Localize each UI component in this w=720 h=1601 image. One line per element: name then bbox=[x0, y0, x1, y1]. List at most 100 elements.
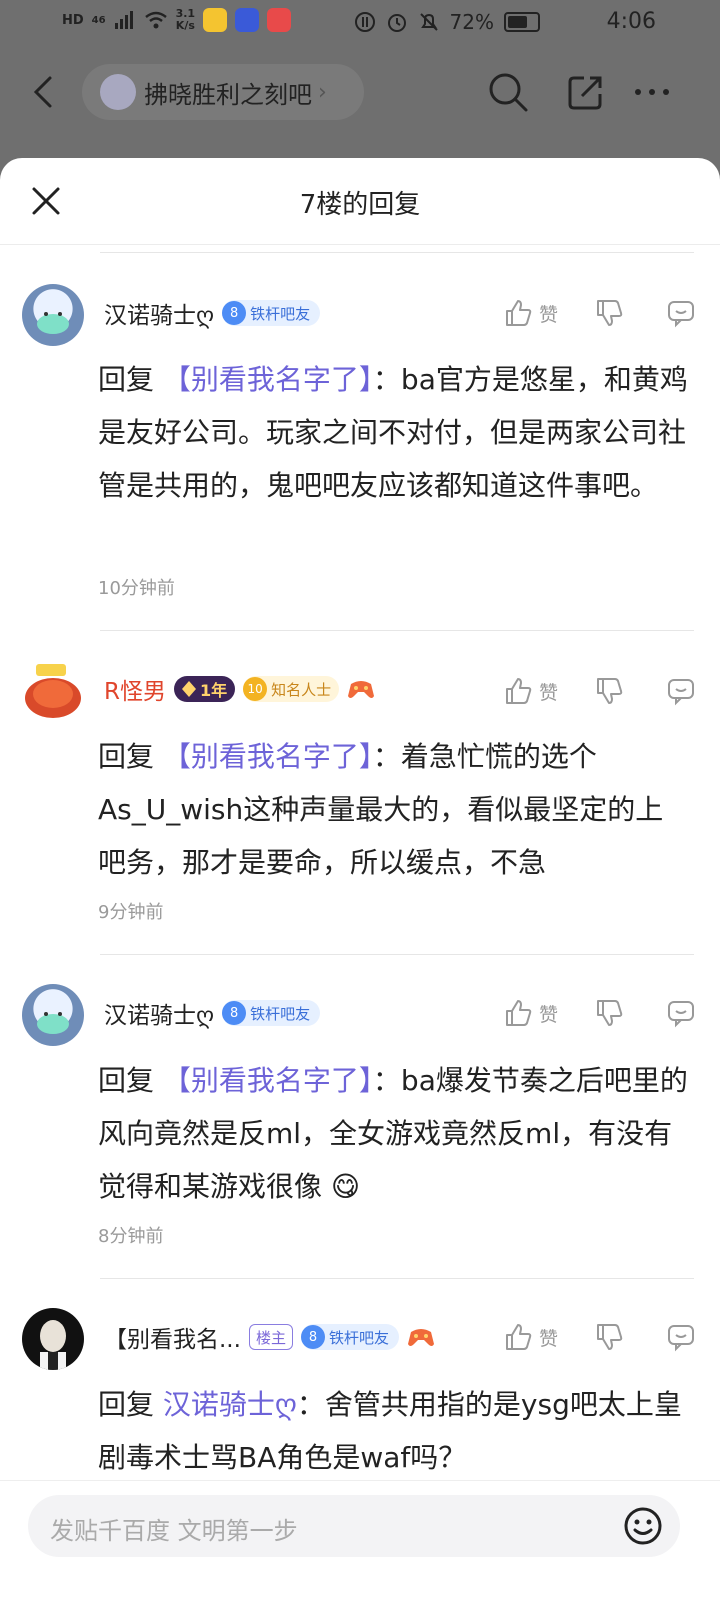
user-row: 汉诺骑士ღ 8 铁杆吧友 bbox=[104, 996, 321, 1030]
game-controller-icon bbox=[348, 681, 375, 698]
wifi-icon bbox=[144, 11, 167, 29]
sheet-title: 7楼的回复 bbox=[299, 190, 421, 220]
comment-text: 回复 汉诺骑士ღ：舍管共用指的是ysg吧太上皇剧毒术士骂BA角色是waf吗？ bbox=[98, 1378, 688, 1484]
username[interactable]: 汉诺骑士ღ bbox=[104, 996, 214, 1030]
top-bar: 拂晓胜利之刻吧 › bbox=[0, 48, 720, 158]
thumbs-down-icon bbox=[597, 300, 623, 326]
avatar[interactable] bbox=[22, 984, 84, 1046]
emoji-icon[interactable] bbox=[622, 1505, 664, 1547]
reply-prefix: 回复 bbox=[98, 1388, 163, 1421]
reply-target[interactable]: 【别看我名字了】 bbox=[163, 1064, 373, 1097]
membership-badge: 1年 bbox=[173, 676, 236, 702]
reply-button[interactable] bbox=[666, 998, 696, 1028]
thumbs-down-icon bbox=[597, 1324, 623, 1350]
status-left: HD 46 3.1 K/s bbox=[62, 8, 292, 32]
comment-time: 8分钟前 bbox=[98, 1226, 164, 1247]
search-icon[interactable] bbox=[486, 70, 530, 114]
like-button[interactable]: 赞 bbox=[503, 676, 558, 706]
signal-label: 46 bbox=[91, 14, 106, 26]
reply-prefix: 回复 bbox=[98, 363, 163, 396]
more-icon[interactable] bbox=[630, 70, 674, 114]
level-badge: 8 铁杆吧友 bbox=[222, 1000, 321, 1026]
level-number: 8 bbox=[222, 301, 247, 325]
comment-icon bbox=[668, 301, 694, 328]
reply-button[interactable] bbox=[666, 1322, 696, 1352]
reply-input[interactable]: 发贴千百度 文明第一步 bbox=[28, 1495, 680, 1557]
thumbs-down-icon bbox=[597, 1000, 623, 1026]
dislike-button[interactable] bbox=[594, 298, 624, 328]
comment-icon bbox=[668, 1325, 694, 1352]
level-title: 铁杆吧友 bbox=[328, 1328, 389, 1347]
alarm-icon bbox=[387, 14, 406, 32]
like-button[interactable]: 赞 bbox=[503, 998, 558, 1028]
reply-target[interactable]: 【别看我名字了】 bbox=[163, 740, 373, 773]
comment-icon bbox=[668, 1001, 694, 1028]
data-saver-icon bbox=[354, 12, 375, 32]
reply-target[interactable]: 汉诺骑士ღ bbox=[163, 1388, 297, 1421]
level-badge: 8 铁杆吧友 bbox=[300, 1324, 399, 1350]
battery-percent: 72% bbox=[449, 10, 494, 34]
avatar[interactable] bbox=[22, 284, 84, 346]
mute-icon bbox=[419, 13, 438, 31]
level-title: 铁杆吧友 bbox=[250, 1004, 311, 1023]
fame-title: 知名人士 bbox=[271, 680, 332, 699]
notes-app-icon bbox=[267, 8, 292, 32]
comment-actions: 赞 bbox=[481, 998, 696, 1028]
level-title: 铁杆吧友 bbox=[250, 304, 311, 323]
battery-icon bbox=[504, 12, 540, 32]
sheet-header: 7楼的回复 bbox=[0, 158, 720, 245]
like-label: 赞 bbox=[538, 1327, 558, 1350]
dislike-button[interactable] bbox=[594, 998, 624, 1028]
thumbs-down-icon bbox=[597, 678, 623, 704]
thumbs-up-icon bbox=[505, 300, 532, 326]
comment-actions: 赞 bbox=[481, 1322, 696, 1352]
forum-name: 拂晓胜利之刻吧 bbox=[144, 80, 312, 109]
divider bbox=[100, 630, 694, 631]
username[interactable]: 【别看我名... bbox=[104, 1320, 241, 1354]
avatar[interactable] bbox=[22, 1308, 84, 1370]
like-label: 赞 bbox=[538, 1003, 558, 1026]
like-button[interactable]: 赞 bbox=[503, 1322, 558, 1352]
thumbs-up-icon bbox=[505, 678, 532, 704]
divider bbox=[100, 954, 694, 955]
thumbs-up-icon bbox=[505, 1000, 532, 1026]
username[interactable]: R怪男 bbox=[104, 672, 166, 706]
game-controller-icon bbox=[407, 1329, 434, 1346]
comment-text: 回复 【别看我名字了】：ba爆发节奏之后吧里的风向竟然是反ml，全女游戏竟然反m… bbox=[98, 1054, 688, 1213]
dislike-button[interactable] bbox=[594, 676, 624, 706]
username[interactable]: 汉诺骑士ღ bbox=[104, 296, 214, 330]
signal-icon bbox=[114, 11, 133, 29]
like-label: 赞 bbox=[538, 681, 558, 704]
weibo-app-icon bbox=[203, 8, 228, 32]
share-icon[interactable] bbox=[564, 70, 608, 114]
user-row: R怪男 1年 10 知名人士 bbox=[104, 672, 375, 706]
divider bbox=[100, 252, 694, 253]
back-icon[interactable] bbox=[26, 74, 62, 110]
comment-actions: 赞 bbox=[481, 298, 696, 328]
chevron-right-icon: › bbox=[318, 79, 327, 105]
reply-item: R怪男 1年 10 知名人士 赞 回复 【别看我名字了】：着急忙慌的选个As_U… bbox=[0, 654, 720, 954]
reply-prefix: 回复 bbox=[98, 740, 163, 773]
reply-target[interactable]: 【别看我名字了】 bbox=[163, 363, 373, 396]
status-right: 72% bbox=[354, 10, 540, 34]
avatar[interactable] bbox=[22, 660, 84, 722]
reply-button[interactable] bbox=[666, 676, 696, 706]
network-speed: 3.1 K/s bbox=[176, 8, 196, 32]
battery-fill bbox=[508, 16, 527, 28]
reply-item: 汉诺骑士ღ 8 铁杆吧友 赞 回复 【别看我名字了】：ba官方是悠星，和黄鸡是友… bbox=[0, 276, 720, 636]
speed-unit: K/s bbox=[175, 19, 195, 32]
comment-time: 9分钟前 bbox=[98, 902, 164, 923]
level-number: 8 bbox=[300, 1325, 325, 1349]
bottom-input-bar: 发贴千百度 文明第一步 bbox=[0, 1480, 720, 1601]
like-button[interactable]: 赞 bbox=[503, 298, 558, 328]
network-label: HD bbox=[62, 12, 84, 28]
reply-item: 汉诺骑士ღ 8 铁杆吧友 赞 回复 【别看我名字了】：ba爆发节奏之后吧里的风向… bbox=[0, 978, 720, 1278]
forum-pill[interactable]: 拂晓胜利之刻吧 › bbox=[82, 64, 364, 120]
comment-time: 10分钟前 bbox=[98, 578, 175, 599]
reply-button[interactable] bbox=[666, 298, 696, 328]
level-badge: 8 铁杆吧友 bbox=[222, 300, 321, 326]
dislike-button[interactable] bbox=[594, 1322, 624, 1352]
forum-avatar bbox=[100, 74, 136, 110]
thread-owner-badge: 楼主 bbox=[248, 1324, 293, 1350]
reply-input-placeholder: 发贴千百度 文明第一步 bbox=[50, 1517, 298, 1545]
